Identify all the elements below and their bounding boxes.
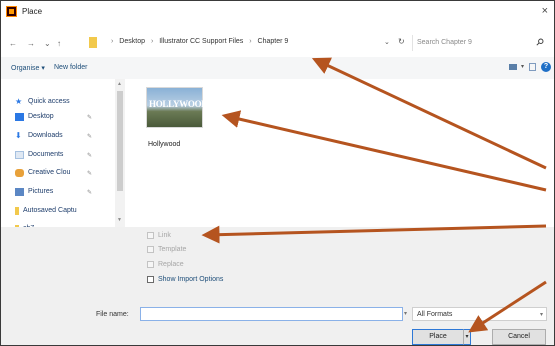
file-type-select[interactable]: All Formats ▾	[412, 307, 547, 321]
file-name-label: File name:	[96, 311, 129, 318]
sidebar-item-downloads[interactable]: ⬇ Downloads	[15, 129, 63, 142]
file-name-hollywood[interactable]: Hollywood	[148, 141, 180, 148]
address-dropdown-icon[interactable]: ⌄	[384, 38, 390, 46]
replace-option: Replace	[147, 261, 184, 268]
sidebar-item-autosaved-captures[interactable]: Autosaved Captu	[15, 204, 77, 217]
view-options-icon[interactable]	[509, 64, 517, 70]
sidebar-item-creative-cloud[interactable]: Creative Clou	[15, 166, 70, 179]
sidebar-item-quick-access[interactable]: ★ Quick access	[15, 95, 70, 108]
replace-checkbox	[147, 261, 154, 268]
place-options-dropdown[interactable]: ▾	[463, 329, 471, 345]
pin-icon[interactable]: ✎	[87, 152, 92, 159]
template-label: Template	[158, 246, 187, 253]
navigation-bar: ← → ⌄ ↑ › Desktop › Illustrator CC Suppo…	[1, 25, 554, 55]
search-placeholder: Search Chapter 9	[417, 39, 472, 46]
options-panel: Link Template Replace Show Import Option…	[1, 227, 554, 345]
template-checkbox	[147, 246, 154, 253]
navigation-scrollbar[interactable]: ▲ ▼	[115, 79, 125, 227]
folder-icon	[15, 206, 19, 215]
pin-icon[interactable]: ✎	[87, 189, 92, 196]
organise-menu[interactable]: Organise ▾	[11, 64, 45, 72]
sidebar-item-label: Quick access	[28, 98, 70, 105]
place-dialog: Place × ← → ⌄ ↑ › Desktop › Illustrator …	[0, 0, 555, 346]
cancel-button[interactable]: Cancel	[492, 329, 546, 345]
download-icon: ⬇	[15, 130, 22, 140]
scroll-down-icon[interactable]: ▼	[117, 217, 122, 223]
show-import-options[interactable]: Show Import Options	[147, 276, 223, 283]
replace-label: Replace	[158, 261, 184, 268]
template-option: Template	[147, 246, 186, 253]
sidebar-item-pictures[interactable]: Pictures	[15, 185, 53, 198]
link-label: Link	[158, 232, 171, 239]
creative-cloud-icon	[15, 168, 24, 177]
folder-icon	[89, 37, 97, 48]
breadcrumb-separator: ›	[150, 38, 154, 45]
link-checkbox	[147, 232, 154, 239]
breadcrumb: › Desktop › Illustrator CC Support Files…	[107, 38, 288, 45]
navigation-pane: ★ Quick access Desktop ⬇ Downloads Docum…	[1, 79, 115, 227]
up-icon[interactable]: ↑	[57, 39, 61, 48]
forward-icon[interactable]: →	[27, 39, 35, 48]
sidebar-item-label: Autosaved Captu	[23, 207, 77, 214]
breadcrumb-chapter-9[interactable]: Chapter 9	[258, 38, 289, 45]
show-import-options-label: Show Import Options	[158, 276, 224, 283]
view-dropdown-icon[interactable]: ▾	[521, 63, 524, 70]
documents-icon	[15, 150, 24, 159]
breadcrumb-support-files[interactable]: Illustrator CC Support Files	[159, 38, 243, 45]
command-bar: Organise ▾ New folder ▾ ?	[1, 57, 554, 80]
sidebar-item-label: Downloads	[28, 132, 63, 139]
breadcrumb-separator: ›	[249, 38, 252, 45]
search-icon	[536, 38, 544, 46]
refresh-icon[interactable]: ↻	[398, 37, 405, 46]
sidebar-item-label: Documents	[28, 151, 64, 158]
sidebar-item-desktop[interactable]: Desktop	[15, 110, 54, 123]
recent-locations-icon[interactable]: ⌄	[44, 39, 51, 48]
help-icon[interactable]: ?	[541, 62, 551, 72]
preview-pane-icon[interactable]	[529, 63, 536, 71]
breadcrumb-desktop[interactable]: Desktop	[119, 38, 145, 45]
sidebar-item-label: Pictures	[28, 188, 54, 195]
thumbnail-sign-text: HOLLYWOOD	[149, 99, 208, 109]
title-bar: Place ×	[1, 1, 554, 23]
illustrator-app-icon	[6, 6, 17, 17]
file-type-value: All Formats	[417, 311, 453, 318]
scroll-thumb[interactable]	[117, 91, 123, 191]
new-folder-button[interactable]: New folder	[54, 64, 87, 71]
star-icon: ★	[15, 96, 23, 106]
show-import-options-checkbox[interactable]	[147, 276, 154, 283]
search-box[interactable]: Search Chapter 9	[412, 35, 547, 51]
place-button[interactable]: Place	[412, 329, 464, 345]
file-name-input[interactable]	[140, 307, 403, 321]
link-option: Link	[147, 232, 171, 239]
breadcrumb-separator: ›	[111, 38, 114, 45]
file-thumbnail-hollywood[interactable]: HOLLYWOOD	[146, 87, 208, 128]
sidebar-item-documents[interactable]: Documents	[15, 148, 63, 161]
pin-icon[interactable]: ✎	[87, 170, 92, 177]
window-title: Place	[22, 7, 43, 16]
sidebar-item-label: Creative Clou	[28, 169, 71, 176]
scroll-up-icon[interactable]: ▲	[117, 81, 122, 87]
pin-icon[interactable]: ✎	[87, 114, 92, 121]
pin-icon[interactable]: ✎	[87, 133, 92, 140]
file-name-dropdown-icon[interactable]: ▾	[404, 307, 411, 321]
back-icon[interactable]: ←	[9, 39, 17, 48]
desktop-icon	[15, 112, 24, 121]
chevron-down-icon: ▾	[539, 312, 543, 318]
close-icon[interactable]: ×	[542, 5, 548, 17]
file-list: HOLLYWOOD Hollywood	[125, 79, 554, 227]
pictures-icon	[15, 187, 24, 196]
sidebar-item-label: Desktop	[28, 113, 54, 120]
